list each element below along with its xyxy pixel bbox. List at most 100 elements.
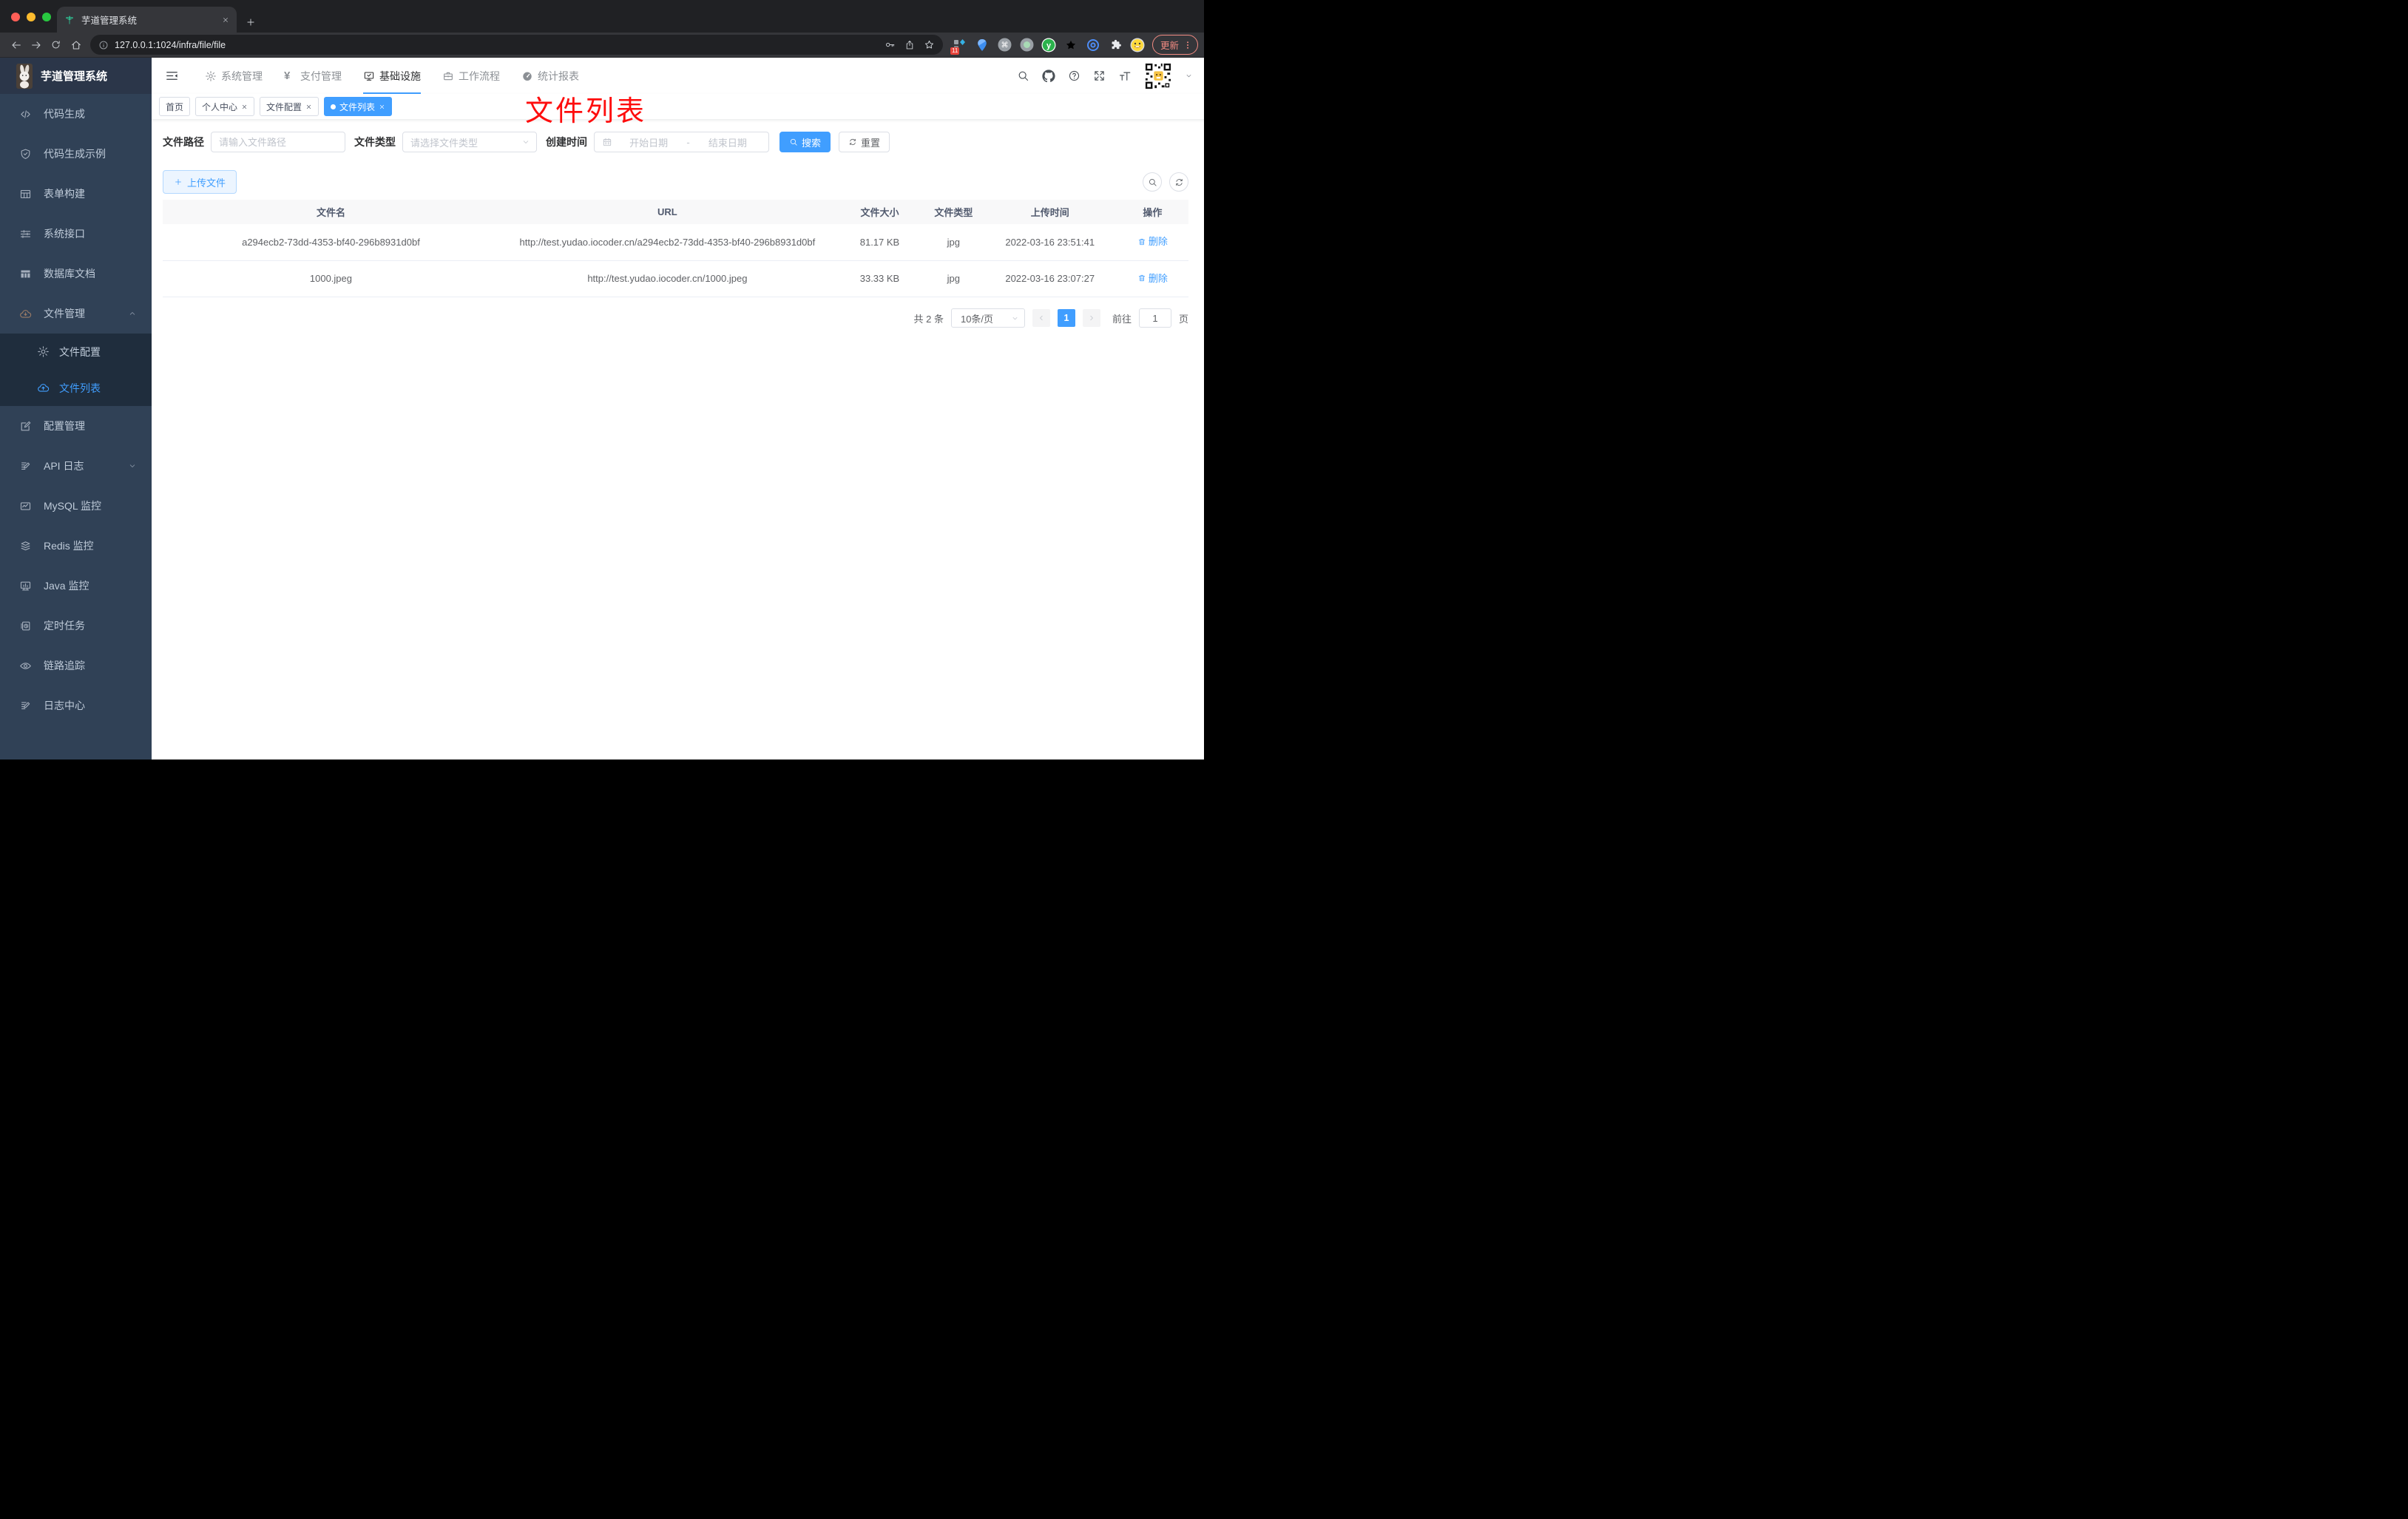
- sidebar-item[interactable]: 系统接口: [0, 214, 152, 254]
- share-icon[interactable]: [904, 40, 915, 50]
- goto-page-input[interactable]: [1138, 308, 1171, 328]
- window-close-button[interactable]: [11, 13, 20, 21]
- sidebar-item[interactable]: API 日志: [0, 446, 152, 486]
- github-icon[interactable]: [1042, 70, 1055, 83]
- sidebar-item[interactable]: MySQL 监控: [0, 486, 152, 526]
- next-page-button[interactable]: [1082, 309, 1100, 327]
- header-actions: [1017, 61, 1204, 90]
- top-nav-item[interactable]: ¥ 支付管理: [284, 58, 342, 94]
- forward-button[interactable]: [26, 35, 46, 55]
- emoji-avatar-icon[interactable]: [1130, 37, 1146, 53]
- yen-icon: ¥: [284, 69, 291, 82]
- window-minimize-button[interactable]: [27, 13, 35, 21]
- sidebar-item[interactable]: Redis 监控: [0, 526, 152, 566]
- browser-tab-title: 芋道管理系统: [81, 16, 138, 26]
- tag-close-icon[interactable]: [305, 104, 312, 110]
- password-key-icon[interactable]: [885, 39, 896, 50]
- puzzle-extensions-icon[interactable]: [1108, 37, 1123, 53]
- map-pin-extension-icon[interactable]: [975, 37, 990, 53]
- avatar-dropdown-icon[interactable]: [1185, 72, 1193, 80]
- sidebar-item[interactable]: 文件列表: [0, 370, 152, 406]
- app-logo[interactable]: 芋道管理系统: [0, 58, 152, 94]
- browser-tab[interactable]: 芋道管理系统: [57, 7, 237, 33]
- top-nav-item[interactable]: 工作流程: [442, 58, 500, 94]
- refresh-table-icon[interactable]: [1169, 172, 1188, 192]
- upload-file-button[interactable]: 上传文件: [163, 170, 237, 194]
- home-button[interactable]: [66, 35, 86, 55]
- extensions-area: 11 ⌘ y: [950, 37, 1146, 55]
- sidebar-item[interactable]: 链路追踪: [0, 646, 152, 686]
- sidebar-item[interactable]: 代码生成: [0, 94, 152, 134]
- date-range-picker[interactable]: 开始日期 - 结束日期: [594, 132, 769, 152]
- current-page-button[interactable]: 1: [1057, 309, 1075, 327]
- search-button[interactable]: 搜索: [779, 132, 831, 152]
- sidebar-item[interactable]: Java 监控: [0, 566, 152, 606]
- column-header: 操作: [1143, 207, 1163, 218]
- sidebar-item[interactable]: 定时任务: [0, 606, 152, 646]
- prev-page-button[interactable]: [1032, 309, 1050, 327]
- command-extension-icon[interactable]: ⌘: [997, 37, 1012, 53]
- file-type-select[interactable]: 请选择文件类型: [402, 132, 537, 152]
- view-tag[interactable]: 个人中心: [195, 97, 255, 116]
- blue-eye-extension-icon[interactable]: [1086, 37, 1101, 53]
- delete-button[interactable]: 删除: [1137, 271, 1168, 286]
- date-start-placeholder[interactable]: 开始日期: [615, 135, 682, 149]
- eye-icon: [19, 660, 32, 672]
- sidebar-item[interactable]: 配置管理: [0, 406, 152, 446]
- search-button-label: 搜索: [802, 137, 822, 149]
- delete-button[interactable]: 删除: [1137, 234, 1168, 249]
- sidebar-item[interactable]: 数据库文档: [0, 254, 152, 294]
- sidebar-collapse-icon[interactable]: [160, 65, 183, 87]
- window-zoom-button[interactable]: [42, 13, 51, 21]
- y-extension-icon[interactable]: y: [1041, 37, 1057, 53]
- browser-update-button[interactable]: 更新: [1151, 35, 1198, 55]
- green-star-extension-icon[interactable]: [1063, 37, 1079, 53]
- file-path-input[interactable]: [212, 132, 345, 152]
- cell-name: 1000.jpeg: [309, 273, 353, 285]
- date-end-placeholder[interactable]: 结束日期: [694, 135, 761, 149]
- sidebar-item-label: 代码生成示例: [44, 148, 106, 160]
- page-size-value: 10条/页: [960, 313, 994, 325]
- bookmark-star-icon[interactable]: [924, 39, 935, 50]
- view-tag[interactable]: 文件列表: [324, 97, 393, 116]
- reset-button[interactable]: 重置: [839, 132, 890, 152]
- help-icon[interactable]: [1068, 70, 1080, 82]
- top-nav-item[interactable]: 基础设施: [363, 58, 421, 94]
- tag-close-icon[interactable]: [241, 104, 248, 110]
- sidebar-item[interactable]: 代码生成示例: [0, 134, 152, 174]
- reset-refresh-icon: [848, 138, 857, 146]
- address-bar[interactable]: 127.0.0.1:1024/infra/file/file: [90, 35, 943, 55]
- view-tag[interactable]: 文件配置: [260, 97, 319, 116]
- page-size-select[interactable]: 10条/页: [950, 308, 1025, 328]
- sidebar-item[interactable]: 表单构建: [0, 174, 152, 214]
- kebab-menu-icon[interactable]: [1183, 40, 1193, 50]
- sidebar-item-label: 代码生成: [44, 108, 85, 120]
- url-text[interactable]: 127.0.0.1:1024/infra/file/file: [115, 40, 885, 50]
- reload-button[interactable]: [46, 35, 66, 55]
- sidebar-item[interactable]: 日志中心: [0, 686, 152, 725]
- table-row: a294ecb2-73dd-4353-bf40-296b8931d0bf http…: [163, 224, 1188, 261]
- cell-actions: 删除: [1117, 224, 1188, 260]
- tab-close-icon[interactable]: [222, 16, 229, 24]
- back-button[interactable]: [6, 35, 26, 55]
- tag-close-icon[interactable]: [379, 104, 385, 110]
- toggle-search-icon[interactable]: [1143, 172, 1162, 192]
- view-tag[interactable]: 首页: [159, 97, 191, 116]
- brand-title: 芋道管理系统: [41, 70, 108, 83]
- top-nav-item[interactable]: 系统管理: [205, 58, 263, 94]
- sidebar-item[interactable]: 文件管理: [0, 294, 152, 334]
- font-size-icon[interactable]: [1118, 70, 1132, 83]
- file-table: 文件名 URL 文件大小 文件类型 上传时间 操作 a294ecb2-73dd-4353-…: [163, 200, 1188, 297]
- site-info-icon[interactable]: [98, 40, 109, 50]
- user-avatar[interactable]: [1144, 61, 1172, 90]
- gray-dot-extension-icon[interactable]: [1019, 37, 1035, 53]
- extension-colored-icon[interactable]: 11: [950, 37, 968, 55]
- column-header: 文件类型: [934, 207, 973, 218]
- fullscreen-icon[interactable]: [1093, 70, 1106, 82]
- sidebar-item[interactable]: 文件配置: [0, 334, 152, 370]
- search-icon[interactable]: [1017, 70, 1029, 82]
- active-dot: [331, 104, 336, 109]
- new-tab-button[interactable]: [246, 17, 256, 27]
- update-label: 更新: [1160, 41, 1179, 51]
- trash-icon: [1137, 237, 1146, 246]
